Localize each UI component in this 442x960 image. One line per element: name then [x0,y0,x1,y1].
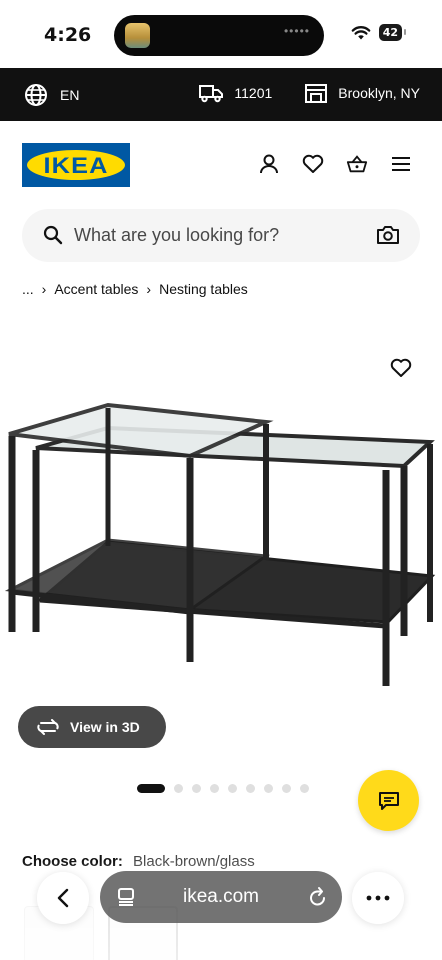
breadcrumb: ... › Accent tables › Nesting tables [22,281,248,297]
site-header: IKEA [0,121,442,207]
browser-more-button[interactable] [352,872,404,924]
pagination-dot[interactable] [228,784,237,793]
pagination-dot[interactable] [192,784,201,793]
rotate-3d-icon [37,719,59,735]
status-indicators: 42 [351,24,407,41]
cart-basket-icon[interactable] [346,153,368,175]
locale-bar: EN 11201 Brooklyn, NY [0,68,442,121]
search-icon [43,225,63,245]
camera-search-icon[interactable] [376,224,400,246]
search-bar[interactable] [22,209,420,262]
chevron-right-icon: › [146,281,152,297]
page-menu-icon[interactable] [116,887,136,907]
globe-icon [25,84,47,106]
store-icon [305,84,328,103]
pagination-dot[interactable] [137,784,165,793]
account-icon[interactable] [258,153,280,175]
pagination-dot[interactable] [210,784,219,793]
view-in-3d-button[interactable]: View in 3D [18,706,166,748]
chevron-left-icon [57,888,69,908]
truck-icon [199,85,224,103]
battery-indicator: 42 [378,24,407,41]
wifi-icon [351,25,371,39]
pagination-dot[interactable] [174,784,183,793]
breadcrumb-ellipsis[interactable]: ... [22,281,34,297]
product-image-nesting-tables [4,402,436,686]
view-in-3d-label: View in 3D [70,719,140,735]
live-activity-app-icon [125,23,150,48]
dynamic-island: ••••• [114,15,324,56]
pagination-dot[interactable] [300,784,309,793]
menu-hamburger-icon[interactable] [390,153,412,175]
save-favorite-heart-icon[interactable] [390,358,412,378]
more-dots-icon [366,895,390,901]
chat-bubble-icon [378,791,399,810]
search-input[interactable] [74,221,364,250]
pagination-dot[interactable] [264,784,273,793]
url-text: ikea.com [182,886,260,907]
store-name: Brooklyn, NY [338,85,420,101]
address-bar[interactable]: ikea.com [100,871,342,923]
ikea-logo[interactable]: IKEA [22,143,130,187]
pagination-dot[interactable] [282,784,291,793]
browser-back-button[interactable] [37,872,89,924]
breadcrumb-item-accent-tables[interactable]: Accent tables [54,281,138,297]
reload-icon[interactable] [308,886,328,908]
logo-wordmark: IKEA [43,153,109,178]
island-dots: ••••• [283,24,310,38]
language-selector[interactable]: EN [24,83,79,107]
image-pagination-dots [137,784,309,793]
language-label: EN [60,87,80,103]
header-actions [258,153,412,175]
breadcrumb-item-nesting-tables[interactable]: Nesting tables [159,281,248,297]
favorites-heart-icon[interactable] [302,153,324,175]
chat-support-button[interactable] [358,770,419,831]
status-bar: 4:26 ••••• 42 [0,0,442,68]
chevron-right-icon: › [41,281,47,297]
status-time: 4:26 [44,24,92,46]
zip-code: 11201 [234,85,273,101]
delivery-store-info[interactable]: 11201 Brooklyn, NY [198,82,420,104]
pagination-dot[interactable] [246,784,255,793]
